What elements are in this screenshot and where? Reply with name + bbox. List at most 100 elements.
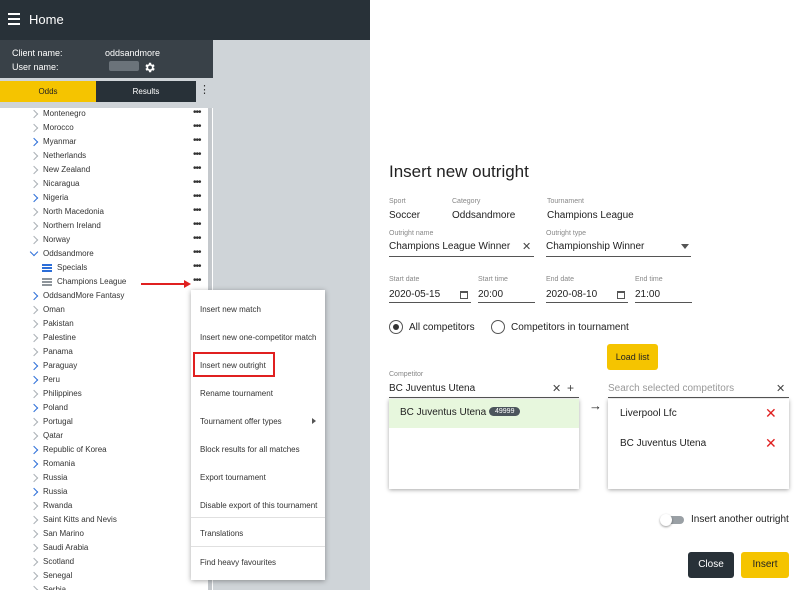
context-menu-item[interactable]: Tournament offer types (200, 417, 282, 426)
tree-item[interactable]: Netherlands ••• (0, 149, 208, 165)
tree-item[interactable]: Scotland••• (0, 555, 208, 571)
clear-name-icon[interactable]: ✕ (522, 240, 531, 253)
tree-item[interactable]: Qatar••• (0, 429, 208, 445)
tree-item[interactable]: Specials ••• (0, 261, 208, 277)
tree-item[interactable]: Northern Ireland ••• (0, 219, 208, 235)
chevron-right-icon[interactable] (29, 417, 39, 427)
tree-item[interactable]: Norway ••• (0, 233, 208, 249)
context-menu-item[interactable]: Insert new one-competitor match (200, 333, 317, 342)
context-menu-item[interactable]: Disable export of this tournament (200, 501, 317, 510)
competitor-input[interactable]: BC Juventus Utena (389, 383, 475, 394)
chevron-right-icon[interactable] (29, 235, 39, 245)
tree-item[interactable]: New Zealand ••• (0, 163, 208, 179)
context-menu-item[interactable]: Insert new outright (200, 361, 266, 370)
tree-item[interactable]: Morocco ••• (0, 121, 208, 137)
tree-item[interactable]: Republic of Korea••• (0, 443, 208, 459)
tree-item[interactable]: Panama••• (0, 345, 208, 361)
tree-item[interactable]: Paraguay••• (0, 359, 208, 375)
radio-competitors-in-tournament[interactable] (491, 320, 505, 334)
more-options-icon[interactable]: ••• (193, 233, 201, 244)
end-time-field[interactable]: 21:00 (635, 289, 660, 300)
chevron-right-icon[interactable] (29, 501, 39, 511)
tree-item[interactable]: Peru••• (0, 373, 208, 389)
chevron-down-icon[interactable] (681, 244, 689, 249)
tree-item[interactable]: OddsandMore Fantasy••• (0, 289, 208, 305)
context-menu-item[interactable]: Export tournament (200, 473, 266, 482)
more-options-icon[interactable]: ••• (193, 219, 201, 230)
chevron-right-icon[interactable] (29, 557, 39, 567)
chevron-right-icon[interactable] (29, 459, 39, 469)
context-menu-item[interactable]: Block results for all matches (200, 445, 300, 454)
context-menu-item[interactable]: Rename tournament (200, 389, 273, 398)
tree-item[interactable]: Oddsandmore ••• (0, 247, 208, 263)
context-menu-item[interactable]: Translations (200, 529, 243, 538)
chevron-right-icon[interactable] (29, 375, 39, 385)
chevron-right-icon[interactable] (29, 431, 39, 441)
chevron-right-icon[interactable] (29, 137, 39, 147)
list-item[interactable]: BC Juventus Utena 49999 (389, 399, 579, 428)
chevron-right-icon[interactable] (29, 389, 39, 399)
insert-button[interactable]: Insert (741, 552, 789, 578)
remove-icon[interactable]: ✕ (765, 405, 777, 422)
tree-item[interactable]: Myanmar ••• (0, 135, 208, 151)
chevron-right-icon[interactable] (29, 571, 39, 581)
tree-item[interactable]: Nigeria ••• (0, 191, 208, 207)
chevron-right-icon[interactable] (29, 543, 39, 553)
add-competitor-icon[interactable]: + (567, 381, 574, 395)
tab-odds[interactable]: Odds (0, 81, 96, 102)
tree-item[interactable]: Serbia (0, 585, 208, 590)
chevron-right-icon[interactable] (29, 585, 39, 590)
tree-item[interactable]: Philippines••• (0, 387, 208, 403)
chevron-right-icon[interactable] (29, 305, 39, 315)
more-options-icon[interactable]: ••• (193, 191, 201, 202)
tree-item[interactable]: Russia••• (0, 471, 208, 487)
chevron-right-icon[interactable] (29, 333, 39, 343)
tab-results[interactable]: Results (96, 81, 196, 102)
chevron-right-icon[interactable] (29, 109, 39, 119)
chevron-right-icon[interactable] (29, 347, 39, 357)
gear-icon[interactable] (143, 61, 156, 74)
chevron-right-icon[interactable] (29, 361, 39, 371)
chevron-right-icon[interactable] (29, 165, 39, 175)
more-options-icon[interactable]: ••• (193, 108, 201, 118)
tree-item[interactable]: Portugal••• (0, 415, 208, 431)
outright-name-field[interactable]: Champions League Winner (389, 241, 510, 252)
end-date-field[interactable]: 2020-08-10 (546, 289, 597, 300)
chevron-right-icon[interactable] (29, 123, 39, 133)
tree-item[interactable]: Rwanda••• (0, 499, 208, 515)
chevron-right-icon[interactable] (29, 487, 39, 497)
tree-item[interactable]: North Macedonia ••• (0, 205, 208, 221)
tree-item[interactable]: Pakistan••• (0, 317, 208, 333)
more-options-icon[interactable]: ••• (193, 205, 201, 216)
radio-all-competitors[interactable] (389, 320, 403, 334)
chevron-right-icon[interactable] (29, 151, 39, 161)
more-options-icon[interactable]: ••• (193, 149, 201, 160)
chevron-right-icon[interactable] (29, 179, 39, 189)
start-time-field[interactable]: 20:00 (478, 289, 503, 300)
tree-item[interactable]: Palestine••• (0, 331, 208, 347)
more-options-icon[interactable]: ••• (193, 135, 201, 146)
arrow-right-icon[interactable]: → (589, 398, 602, 413)
insert-another-toggle[interactable] (660, 514, 686, 526)
tree-item[interactable]: Russia••• (0, 485, 208, 501)
tabs-more-icon[interactable]: ⋮ (196, 81, 213, 102)
chevron-right-icon[interactable] (29, 193, 39, 203)
more-options-icon[interactable]: ••• (193, 121, 201, 132)
calendar-icon[interactable] (617, 291, 625, 299)
more-options-icon[interactable]: ••• (193, 177, 201, 188)
tree-item[interactable]: Saudi Arabia••• (0, 541, 208, 557)
chevron-right-icon[interactable] (29, 529, 39, 539)
chevron-right-icon[interactable] (29, 207, 39, 217)
chevron-right-icon[interactable] (29, 515, 39, 525)
remove-icon[interactable]: ✕ (765, 435, 777, 452)
more-options-icon[interactable]: ••• (193, 163, 201, 174)
tree-item[interactable]: San Marino••• (0, 527, 208, 543)
search-selected-input[interactable]: Search selected competitors (608, 383, 734, 394)
start-date-field[interactable]: 2020-05-15 (389, 289, 440, 300)
tree-item[interactable]: Romania••• (0, 457, 208, 473)
chevron-right-icon[interactable] (29, 473, 39, 483)
context-menu-item[interactable]: Insert new match (200, 305, 261, 314)
chevron-right-icon[interactable] (29, 221, 39, 231)
more-options-icon[interactable]: ••• (193, 261, 201, 272)
clear-competitor-icon[interactable]: ✕ (552, 382, 561, 395)
